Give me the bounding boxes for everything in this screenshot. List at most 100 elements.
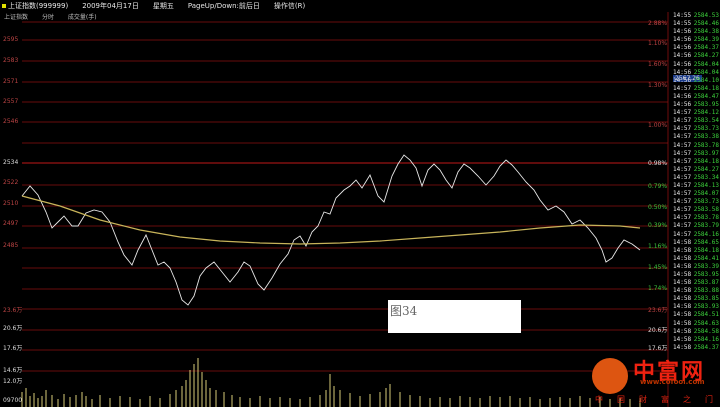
tick-price: 2583.39 — [693, 262, 719, 270]
tick-row[interactable]: 14:58 2584.37 — [673, 344, 720, 352]
tick-time: 14:57 — [673, 141, 692, 149]
tick-row[interactable]: 14:56 2584.38 — [673, 28, 720, 36]
tick-row[interactable]: 14:58 2583.87 — [673, 279, 720, 287]
tick-row[interactable]: 14:58 2583.85 — [673, 295, 720, 303]
tick-row[interactable]: 14:58 2584.63 — [673, 320, 720, 328]
tick-row[interactable]: 14:57 2583.73 — [673, 198, 720, 206]
tick-time: 14:57 — [673, 109, 692, 117]
tick-time: 14:58 — [673, 335, 692, 343]
tick-time: 14:57 — [673, 214, 692, 222]
percent-axis-label: 0.50% — [648, 204, 668, 211]
tick-time: 14:56 — [673, 76, 692, 84]
tick-row[interactable]: 14:57 2584.18 — [673, 158, 720, 166]
tick-time: 14:57 — [673, 206, 692, 214]
tick-row[interactable]: 14:58 2583.39 — [673, 263, 720, 271]
tick-price: 2584.58 — [693, 327, 719, 335]
average-line — [21, 195, 641, 245]
volume-axis-label: 23.6万 — [648, 307, 668, 314]
tick-row[interactable]: 14:57 2584.12 — [673, 109, 720, 117]
tick-time: 14:57 — [673, 173, 692, 181]
weekday-label: 星期五 — [152, 2, 174, 10]
tick-row[interactable]: 14:55 2584.46 — [673, 20, 720, 28]
tick-price: 2584.38 — [693, 28, 719, 36]
tick-row[interactable]: 14:56 2584.10 — [673, 77, 720, 85]
tick-row[interactable]: 14:58 2583.95 — [673, 271, 720, 279]
tick-row[interactable]: 14:58 2584.18 — [673, 247, 720, 255]
index-title: 上证指数(999999) — [2, 1, 68, 11]
figure-label: 图34 — [388, 300, 521, 333]
slogan-char: 之 — [683, 395, 691, 404]
percent-axis-label: 0.79% — [648, 183, 668, 190]
tick-row[interactable]: 14:57 2583.58 — [673, 206, 720, 214]
tick-row[interactable]: 14:58 2584.16 — [673, 336, 720, 344]
tick-row[interactable]: 14:57 2583.73 — [673, 125, 720, 133]
tick-row[interactable]: 14:56 2584.04 — [673, 69, 720, 77]
mode-label[interactable]: 操作信(R) — [274, 1, 305, 11]
tick-row[interactable]: 14:57 2583.79 — [673, 222, 720, 230]
tick-time: 14:58 — [673, 271, 692, 278]
tick-price: 2584.27 — [693, 52, 719, 60]
volume-axis-label: 23.6万 — [3, 307, 23, 314]
tick-row[interactable]: 14:57 2583.34 — [673, 174, 720, 182]
volume-axis-label: 20.6万 — [3, 325, 23, 332]
tick-row[interactable]: 14:57 2584.07 — [673, 190, 720, 198]
tick-row[interactable]: 14:58 2584.65 — [673, 239, 720, 247]
tick-row[interactable]: 14:57 2583.97 — [673, 150, 720, 158]
tab-volume[interactable]: 成交量(手) — [68, 14, 97, 21]
tick-row[interactable]: 14:56 2584.47 — [673, 93, 720, 101]
tab-time[interactable]: 分时 — [42, 14, 54, 21]
tick-time: 14:57 — [673, 230, 692, 238]
tick-time: 14:56 — [673, 36, 692, 44]
tick-row[interactable]: 14:58 2583.88 — [673, 287, 720, 295]
tick-price: 2584.04 — [693, 60, 719, 68]
tick-row[interactable]: 14:57 2583.78 — [673, 214, 720, 222]
tick-row[interactable]: 14:58 2584.58 — [673, 328, 720, 336]
slogan-char: 中 — [595, 395, 603, 404]
tick-row[interactable]: 14:57 2584.16 — [673, 231, 720, 239]
tick-row[interactable]: 14:56 2584.37 — [673, 44, 720, 52]
tick-row[interactable]: 14:56 2584.04 — [673, 61, 720, 69]
tick-row[interactable]: 14:58 2584.51 — [673, 311, 720, 319]
tick-time: 14:56 — [673, 60, 692, 68]
tick-price: 2583.38 — [693, 133, 719, 141]
tick-row[interactable]: 14:58 2584.41 — [673, 255, 720, 263]
tick-time: 14:58 — [673, 295, 692, 303]
tick-price: 2583.93 — [693, 303, 719, 311]
tick-price: 2584.18 — [693, 84, 719, 92]
tick-time: 14:56 — [673, 68, 692, 76]
tick-price: 2584.07 — [693, 190, 719, 198]
tick-row[interactable]: 14:56 2584.27 — [673, 52, 720, 60]
slogan-char: 财 — [639, 395, 647, 404]
tick-row[interactable]: 14:57 2583.78 — [673, 142, 720, 150]
tick-price: 2583.88 — [693, 287, 719, 295]
tick-price: 2584.37 — [693, 44, 719, 52]
tick-price: 2584.53 — [693, 12, 719, 19]
tick-row[interactable]: 14:55 2584.53 — [673, 12, 720, 20]
tick-row[interactable]: 14:58 2583.93 — [673, 303, 720, 311]
tick-list[interactable]: 14:55 2584.53 14:55 2584.46 14:56 2584.38 14:5… — [673, 12, 720, 407]
tick-price: 2583.54 — [693, 117, 719, 125]
tick-row[interactable]: 14:56 2584.39 — [673, 36, 720, 44]
tick-price: 2583.78 — [693, 214, 719, 222]
tick-row[interactable]: 14:56 2583.95 — [673, 101, 720, 109]
percent-axis-label: 0.39% — [648, 222, 668, 229]
percent-axis-label: 1.45% — [648, 264, 668, 271]
chart-subtitle: 上证指数 分时 成交量(手) — [4, 12, 109, 21]
percent-axis-label: 1.74% — [648, 285, 668, 292]
tick-row[interactable]: 14:57 2584.13 — [673, 182, 720, 190]
tick-time: 14:57 — [673, 133, 692, 141]
tick-time: 14:58 — [673, 343, 692, 351]
slogan-char: 门 — [705, 395, 713, 404]
tick-price: 2584.04 — [693, 68, 719, 76]
price-axis-label: 2510 — [3, 200, 19, 207]
tick-price: 2583.78 — [693, 141, 719, 149]
tick-row[interactable]: 14:57 2584.27 — [673, 166, 720, 174]
tick-row[interactable]: 14:57 2583.54 — [673, 117, 720, 125]
tick-time: 14:58 — [673, 287, 692, 295]
tick-row[interactable]: 14:57 2584.18 — [673, 85, 720, 93]
price-axis-label: 2522 — [3, 179, 19, 186]
price-axis-label: 2583 — [3, 57, 19, 64]
tick-price: 2583.87 — [693, 279, 719, 287]
tick-row[interactable]: 14:57 2583.38 — [673, 133, 720, 141]
tick-price: 2584.65 — [693, 238, 719, 246]
